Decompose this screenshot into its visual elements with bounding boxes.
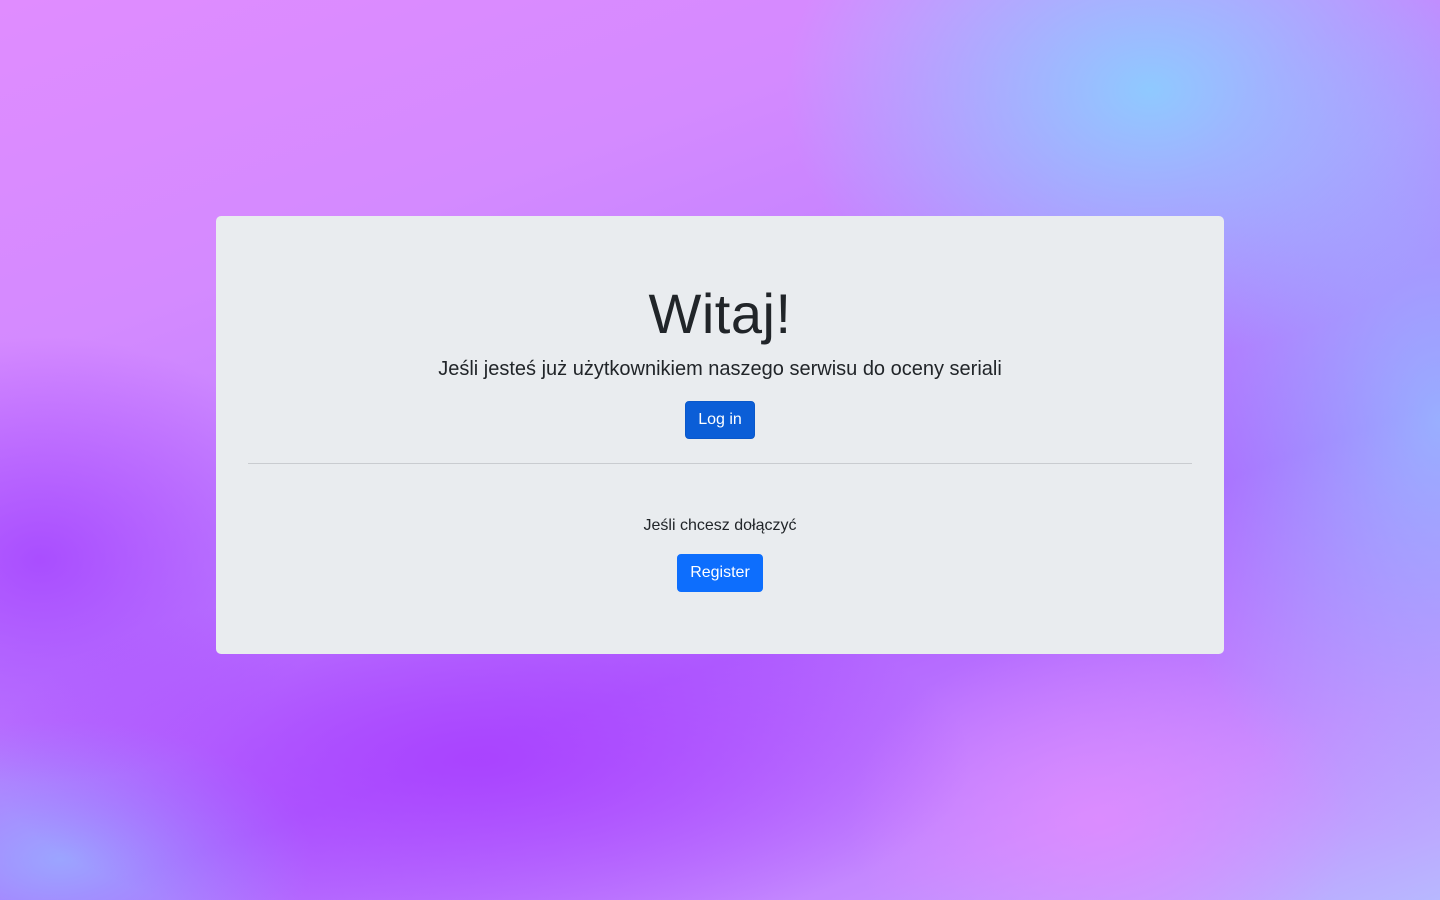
register-button-row: Register xyxy=(248,538,1192,592)
login-button-row: Log in xyxy=(248,384,1192,439)
divider xyxy=(248,463,1192,464)
login-prompt-text: Jeśli jesteś już użytkownikiem naszego s… xyxy=(438,358,1002,380)
page-title: Witaj! xyxy=(648,282,792,345)
register-prompt-text: Jeśli chcesz dołączyć xyxy=(643,517,797,534)
login-button[interactable]: Log in xyxy=(685,401,755,439)
register-button[interactable]: Register xyxy=(677,554,763,592)
welcome-card: Witaj! Jeśli jesteś już użytkownikiem na… xyxy=(216,216,1224,654)
